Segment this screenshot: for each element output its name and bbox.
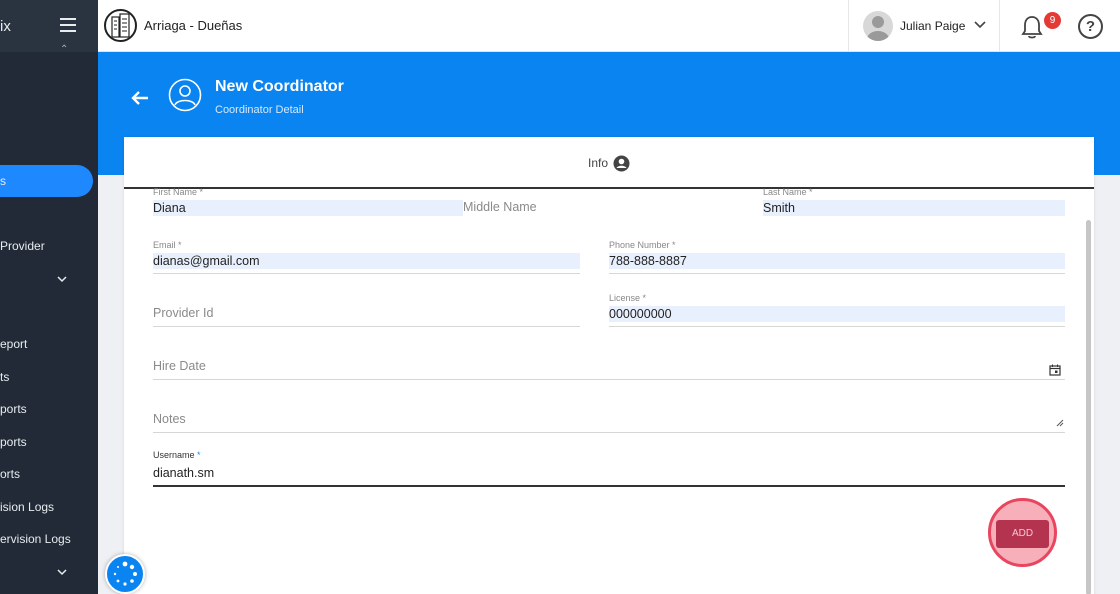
account-circle-icon <box>613 155 630 172</box>
org-name: Arriaga - Dueñas <box>144 18 243 33</box>
middle-name-field[interactable]: Middle Name <box>463 187 763 223</box>
username-input[interactable] <box>153 465 1065 481</box>
user-circle-icon <box>168 78 202 112</box>
notification-badge: 9 <box>1044 12 1061 29</box>
last-name-field[interactable]: Last Name * <box>763 187 1065 223</box>
brand-name: ix <box>0 18 11 35</box>
sidebar-item-label: orts <box>0 467 21 481</box>
sidebar-item-label: s <box>0 174 6 188</box>
add-button[interactable]: ADD <box>996 520 1049 548</box>
last-name-input[interactable] <box>763 200 1065 216</box>
tab-info[interactable]: Info <box>124 137 1094 189</box>
sidebar-brand: ix ⌃ <box>0 0 98 55</box>
avatar <box>863 11 893 41</box>
license-input[interactable] <box>609 306 1065 322</box>
calendar-icon[interactable] <box>1049 364 1061 376</box>
sidebar-item-reports-2[interactable]: ports <box>0 435 27 449</box>
bell-icon[interactable] <box>1019 14 1045 40</box>
sidebar-item-label: ports <box>0 402 27 416</box>
chevron-down-icon[interactable] <box>57 567 67 577</box>
last-name-label: Last Name * <box>763 187 813 197</box>
first-name-field[interactable]: First Name * <box>153 187 463 223</box>
resize-handle-icon[interactable] <box>1056 419 1064 427</box>
email-input[interactable] <box>153 253 580 269</box>
page-title: New Coordinator <box>215 78 344 95</box>
middle-name-placeholder: Middle Name <box>463 200 537 214</box>
email-field[interactable]: Email * <box>153 240 580 276</box>
sidebar-item-report[interactable]: eport <box>0 337 27 351</box>
chevron-down-icon <box>974 21 986 29</box>
sidebar-item-label: Provider <box>0 239 45 253</box>
sidebar-item-provider[interactable]: Provider <box>0 239 45 253</box>
email-label: Email * <box>153 240 182 250</box>
sidebar-item-label: ision Logs <box>0 500 55 514</box>
sidebar-item-label: eport <box>0 337 28 351</box>
hire-date-placeholder: Hire Date <box>153 359 206 373</box>
sidebar-item-revision-logs[interactable]: ision Logs <box>0 500 54 514</box>
hire-date-field[interactable]: Hire Date <box>153 346 1065 382</box>
username-field[interactable]: Username * <box>153 450 1065 488</box>
notes-field[interactable]: Notes <box>153 399 1065 435</box>
caret-icon: ⌃ <box>60 44 69 55</box>
org-logo-icon <box>104 9 137 42</box>
menu-icon[interactable] <box>60 18 76 32</box>
provider-id-field[interactable]: Provider Id <box>153 293 580 329</box>
loading-spinner-icon[interactable] <box>105 554 145 594</box>
sidebar-item-ts[interactable]: ts <box>0 370 9 384</box>
sidebar-item-supervision-logs[interactable]: ervision Logs <box>0 532 71 546</box>
notes-placeholder: Notes <box>153 412 186 426</box>
first-name-input[interactable] <box>153 200 463 216</box>
tab-info-label: Info <box>588 156 609 170</box>
chevron-down-icon[interactable] <box>57 274 67 284</box>
sidebar-item-reports-1[interactable]: ports <box>0 402 27 416</box>
form-card: Info First Name * Middle Name Last Name … <box>124 137 1094 594</box>
user-menu[interactable]: Julian Paige <box>848 0 1000 52</box>
username-label: Username * <box>153 450 201 460</box>
back-arrow-icon[interactable] <box>130 88 150 108</box>
sidebar-item-active[interactable]: s <box>0 165 93 197</box>
scrollbar[interactable] <box>1086 220 1091 594</box>
first-name-label: First Name * <box>153 187 204 197</box>
phone-field[interactable]: Phone Number * <box>609 240 1065 276</box>
provider-id-placeholder: Provider Id <box>153 306 214 320</box>
sidebar-item-label: ts <box>0 370 10 384</box>
sidebar-item-reports-3[interactable]: orts <box>0 467 20 481</box>
phone-label: Phone Number * <box>609 240 676 250</box>
help-icon[interactable]: ? <box>1078 14 1103 39</box>
user-name: Julian Paige <box>900 19 966 33</box>
sidebar-item-label: ervision Logs <box>0 532 71 546</box>
topbar: Arriaga - Dueñas Julian Paige 9 ? <box>98 0 1120 52</box>
license-field[interactable]: License * <box>609 293 1065 329</box>
phone-input[interactable] <box>609 253 1065 269</box>
page-subtitle: Coordinator Detail <box>215 104 304 116</box>
license-label: License * <box>609 293 647 303</box>
sidebar-item-label: ports <box>0 435 27 449</box>
sidebar: ix ⌃ s Provider eport ts ports ports ort… <box>0 0 98 594</box>
